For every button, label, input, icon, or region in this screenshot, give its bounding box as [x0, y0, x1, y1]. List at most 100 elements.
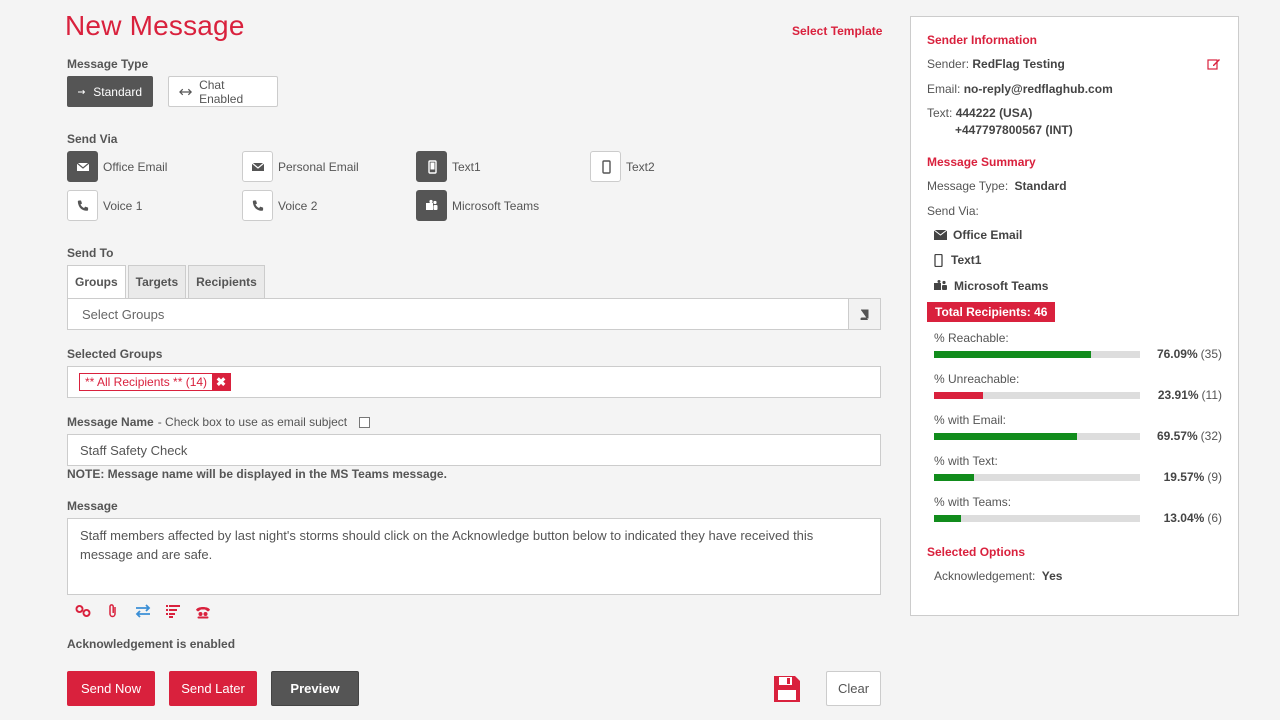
channel-text2[interactable]: Text2: [590, 151, 655, 182]
send-now-button[interactable]: Send Now: [67, 671, 155, 706]
use-as-subject-checkbox[interactable]: [359, 416, 371, 428]
message-type-standard-button[interactable]: Standard: [67, 76, 153, 107]
message-textarea[interactable]: Staff members affected by last night's s…: [67, 518, 881, 595]
tab-groups[interactable]: Groups: [67, 265, 126, 298]
paperclip-icon[interactable]: [105, 603, 121, 619]
channel-teams-label: Microsoft Teams: [452, 198, 540, 213]
stat-bar-fill: [934, 515, 961, 522]
message-name-header: Message Name - Check box to use as email…: [67, 415, 371, 429]
select-template-link[interactable]: Select Template: [792, 24, 882, 38]
save-icon[interactable]: [772, 674, 802, 707]
remove-tag-icon[interactable]: ✖: [212, 373, 231, 391]
sender-info-header: Sender Information: [927, 33, 1038, 47]
channel-voice2[interactable]: Voice 2: [242, 190, 317, 221]
message-type-chat-label: Chat Enabled: [199, 77, 244, 106]
envelope-icon: [934, 230, 947, 240]
stat-row: % Reachable: 76.09% (35): [934, 331, 1224, 367]
stat-percent: 69.57%: [1156, 429, 1198, 443]
channel-personal-email[interactable]: Personal Email: [242, 151, 359, 182]
mobile-icon: [590, 151, 621, 182]
sender-value: RedFlag Testing: [972, 57, 1065, 71]
total-recipients-badge: Total Recipients: 46: [927, 302, 1056, 322]
text-row: Text: 444222 (USA): [927, 106, 1032, 120]
channel-text1[interactable]: Text1: [416, 151, 481, 182]
stat-row: % Unreachable: 23.91% (11): [934, 372, 1224, 408]
select-groups-input[interactable]: Select Groups: [67, 298, 849, 330]
message-label: Message: [67, 499, 118, 513]
message-toolbar: [75, 603, 211, 619]
selected-groups-label: Selected Groups: [67, 347, 163, 361]
stat-label: % Reachable:: [934, 331, 1009, 345]
stat-percent: 19.57%: [1163, 470, 1205, 484]
email-value: no-reply@redflaghub.com: [963, 82, 1113, 96]
stat-bar-fill: [934, 351, 1091, 358]
ack-enabled-text: Acknowledgement is enabled: [67, 637, 236, 651]
stat-label: % with Teams:: [934, 495, 1012, 509]
summary-type-value: Standard: [1014, 179, 1067, 193]
stat-value: 23.91% (11): [1122, 388, 1222, 402]
stat-percent: 76.09%: [1156, 347, 1198, 361]
swap-icon[interactable]: [135, 603, 151, 619]
stat-row: % with Teams: 13.04% (6): [934, 495, 1224, 531]
email-label: Email:: [927, 82, 961, 96]
summary-header: Message Summary: [927, 155, 1036, 169]
channel-teams[interactable]: Microsoft Teams: [416, 190, 539, 221]
message-name-label: Message Name: [67, 415, 154, 429]
teams-icon: [416, 190, 447, 221]
summary-channel-teams: Microsoft Teams: [934, 279, 1048, 293]
channel-personal-email-label: Personal Email: [278, 159, 359, 174]
channel-office-email[interactable]: Office Email: [67, 151, 167, 182]
stat-bar-track: [934, 392, 1140, 399]
channel-voice1[interactable]: Voice 1: [67, 190, 142, 221]
link-icon[interactable]: [75, 603, 91, 619]
stat-count: (9): [1207, 470, 1222, 484]
stat-value: 69.57% (32): [1122, 429, 1222, 443]
people-icon[interactable]: [195, 603, 211, 619]
mobile-icon: [416, 151, 447, 182]
message-type-chat-button[interactable]: Chat Enabled: [168, 76, 278, 107]
summary-channel-email-label: Office Email: [953, 228, 1023, 242]
mobile-icon: [934, 253, 943, 267]
stat-label: % with Email:: [934, 413, 1007, 427]
text-label: Text:: [927, 106, 953, 120]
tab-recipients[interactable]: Recipients: [188, 265, 265, 298]
stat-bar-track: [934, 474, 1140, 481]
ack-option-value: Yes: [1041, 569, 1063, 583]
stat-value: 76.09% (35): [1122, 347, 1222, 361]
arrow-right-icon: [78, 89, 86, 94]
tab-targets[interactable]: Targets: [127, 265, 187, 298]
stat-percent: 23.91%: [1157, 388, 1199, 402]
clear-button[interactable]: Clear: [826, 671, 881, 706]
stat-value: 19.57% (9): [1122, 470, 1222, 484]
channel-voice1-label: Voice 1: [103, 198, 143, 213]
channel-text1-label: Text1: [452, 159, 481, 174]
ack-option-label: Acknowledgement:: [934, 569, 1036, 583]
stat-bar-track: [934, 433, 1140, 440]
summary-send-via-label: Send Via:: [927, 204, 979, 218]
send-later-button[interactable]: Send Later: [169, 671, 257, 706]
text-value-2: +447797800567 (INT): [955, 123, 1073, 137]
summary-channel-text: Text1: [934, 253, 981, 267]
stat-label: % with Text:: [934, 454, 998, 468]
stat-count: (6): [1207, 511, 1222, 525]
list-icon[interactable]: [165, 603, 181, 619]
message-name-note: NOTE: Message name will be displayed in …: [67, 467, 447, 481]
preview-button[interactable]: Preview: [271, 671, 359, 706]
channel-voice2-label: Voice 2: [278, 198, 318, 213]
sender-row: Sender: RedFlag Testing: [927, 57, 1065, 71]
text-row-2: +447797800567 (INT): [955, 123, 1073, 137]
stat-percent: 13.04%: [1163, 511, 1205, 525]
phone-icon: [67, 190, 98, 221]
edit-icon[interactable]: [1207, 57, 1221, 74]
sender-label: Sender:: [927, 57, 970, 71]
page-title: New Message: [65, 10, 245, 41]
summary-type-label: Message Type:: [927, 179, 1009, 193]
channel-text2-label: Text2: [626, 159, 655, 174]
ack-option-row: Acknowledgement: Yes: [934, 569, 1062, 583]
summary-channel-email: Office Email: [934, 228, 1022, 242]
stat-count: (11): [1201, 388, 1222, 402]
address-book-button[interactable]: [848, 298, 881, 330]
message-name-input[interactable]: Staff Safety Check: [67, 434, 881, 466]
stat-count: (35): [1200, 347, 1222, 361]
email-row: Email: no-reply@redflaghub.com: [927, 82, 1113, 96]
